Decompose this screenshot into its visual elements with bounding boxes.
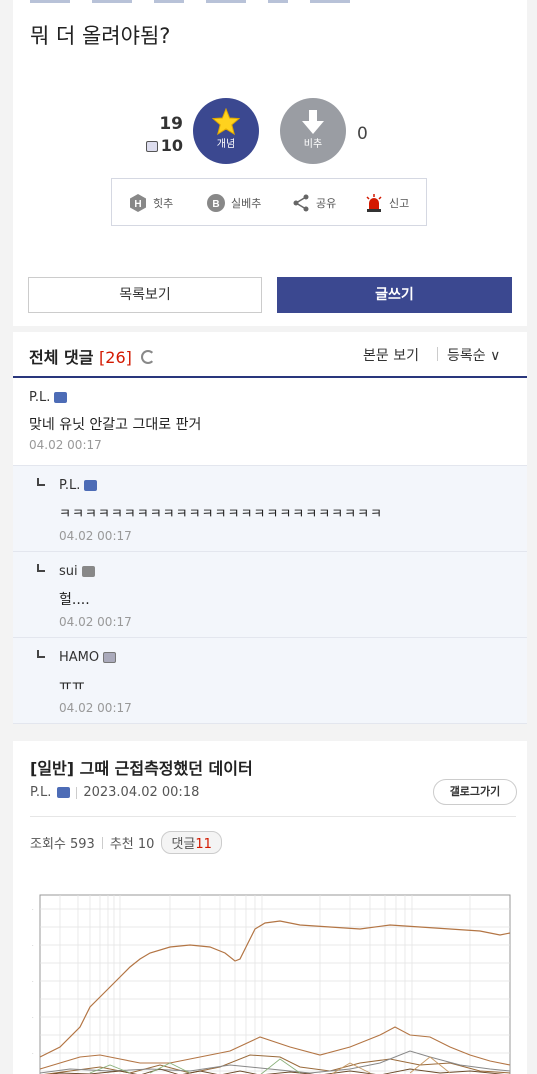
post-meta: P.L. 2023.04.02 00:18 (30, 785, 199, 800)
post-text: 뭐 더 올려야됨? (30, 24, 171, 48)
fixed-nick-icon (103, 652, 117, 663)
fixed-nick-icon (54, 392, 68, 403)
divider (437, 347, 438, 361)
hit-icon: H (130, 194, 146, 212)
frequency-response-graph-image: ----- (30, 887, 515, 1074)
comment-time: 04.02 00:17 (59, 701, 132, 715)
nickname: HAMO (59, 650, 100, 665)
best-label: 실베추 (231, 197, 262, 210)
fixed-nick-icon (84, 480, 98, 491)
comment-title: 전체 댓글 [26] (29, 344, 156, 368)
down-count: 0 (357, 124, 368, 144)
best-recommend-button[interactable]: B 실베추 (206, 193, 261, 213)
share-icon (293, 194, 309, 212)
downvote-label: 비추 (303, 139, 323, 150)
fixed-nick-icon (145, 141, 158, 152)
fix-count: 10 (133, 136, 183, 155)
comment-text: ㅋㅋㅋㅋㅋㅋㅋㅋㅋㅋㅋㅋㅋㅋㅋㅋㅋㅋㅋㅋㅋㅋㅋㅋㅋ (59, 507, 384, 522)
upvote-label: 개념 (216, 139, 236, 150)
reply-item: P.L. ㅋㅋㅋㅋㅋㅋㅋㅋㅋㅋㅋㅋㅋㅋㅋㅋㅋㅋㅋㅋㅋㅋㅋㅋㅋ 04.02 00:… (13, 466, 527, 552)
reply-arrow-icon (37, 650, 45, 658)
vote-area: 19 10 개념 비추 0 (13, 96, 527, 168)
reply-item: HAMO ㅠㅠ 04.02 00:17 (13, 638, 527, 724)
comment-time: 04.02 00:17 (59, 615, 132, 629)
comment-text: 헐.... (59, 592, 90, 608)
svg-text:H: H (134, 199, 141, 210)
post-body: 뭐 더 올려야됨? 19 10 개념 비추 0 H 힛추 B 실베추 공유 신고… (13, 0, 527, 326)
report-button[interactable]: 신고 (364, 193, 409, 213)
next-post: [일반] 그때 근접측정했던 데이터 P.L. 2023.04.02 00:18… (13, 741, 527, 1074)
comment-author[interactable]: P.L. (59, 478, 98, 493)
write-button[interactable]: 글쓰기 (277, 277, 512, 313)
comment-item: P.L. 맞네 유닛 안갈고 그대로 판거 04.02 00:17 (13, 380, 527, 466)
star-icon (212, 108, 240, 136)
post-date: 2023.04.02 00:18 (83, 785, 200, 800)
upvote-button[interactable]: 개념 (193, 98, 259, 164)
post-stats: 조회수 593 추천 10 댓글11 (30, 831, 222, 854)
siren-icon (366, 194, 382, 212)
sort-label: 등록순 (447, 348, 486, 364)
share-button[interactable]: 공유 (291, 193, 336, 213)
recommend-count: 추천 10 (109, 837, 155, 852)
comment-section: 전체 댓글 [26] 본문 보기 등록순 ∨ P.L. 맞네 유닛 안갈고 그대… (13, 332, 527, 724)
share-bar: H 힛추 B 실베추 공유 신고 (111, 178, 427, 226)
list-button[interactable]: 목록보기 (28, 277, 262, 313)
report-label: 신고 (389, 197, 410, 210)
nickname: P.L. (29, 390, 51, 405)
comment-pill-label: 댓글 (171, 837, 196, 852)
refresh-icon[interactable] (141, 350, 156, 364)
comment-title-text: 전체 댓글 (29, 348, 94, 367)
comment-author[interactable]: HAMO (59, 650, 117, 665)
reply-item: sui 헐.... 04.02 00:17 (13, 552, 527, 638)
post-title[interactable]: [일반] 그때 근접측정했던 데이터 (30, 755, 253, 779)
comment-header: 전체 댓글 [26] 본문 보기 등록순 ∨ (13, 332, 527, 378)
comment-time: 04.02 00:17 (29, 438, 102, 452)
half-fixed-nick-icon (81, 566, 95, 577)
hit-recommend-button[interactable]: H 힛추 (128, 193, 173, 213)
svg-text:B: B (212, 199, 219, 210)
chevron-down-icon: ∨ (490, 348, 501, 364)
comment-time: 04.02 00:17 (59, 529, 132, 543)
comment-text: 맞네 유닛 안갈고 그대로 판거 (29, 417, 202, 433)
comment-author[interactable]: P.L. (29, 390, 68, 405)
comment-author[interactable]: sui (59, 564, 95, 579)
downvote-button[interactable]: 비추 (280, 98, 346, 164)
up-count: 19 (159, 114, 183, 134)
fixed-nick-icon (57, 787, 71, 798)
nickname: sui (59, 564, 78, 579)
view-post-button[interactable]: 본문 보기 (363, 345, 419, 365)
gallog-button[interactable]: 갤로그가기 (433, 779, 517, 805)
sort-dropdown[interactable]: 등록순 ∨ (447, 345, 500, 365)
comment-text: ㅠㅠ (59, 678, 85, 694)
top-bar-remnant (30, 0, 430, 6)
comment-count-pill[interactable]: 댓글11 (161, 831, 222, 854)
view-count: 조회수 593 (30, 837, 95, 852)
fix-count-value: 10 (160, 136, 183, 155)
share-label: 공유 (316, 197, 337, 210)
divider (76, 786, 78, 799)
comment-count: [26] (99, 348, 132, 367)
nickname: P.L. (59, 478, 81, 493)
post-author[interactable]: P.L. (30, 785, 51, 800)
comment-pill-count: 11 (195, 837, 212, 852)
reply-arrow-icon (37, 478, 45, 486)
hit-label: 힛추 (153, 197, 174, 210)
divider (30, 816, 516, 817)
reply-arrow-icon (37, 564, 45, 572)
divider (101, 836, 103, 849)
arrow-down-icon (302, 110, 324, 134)
best-icon: B (207, 194, 225, 212)
